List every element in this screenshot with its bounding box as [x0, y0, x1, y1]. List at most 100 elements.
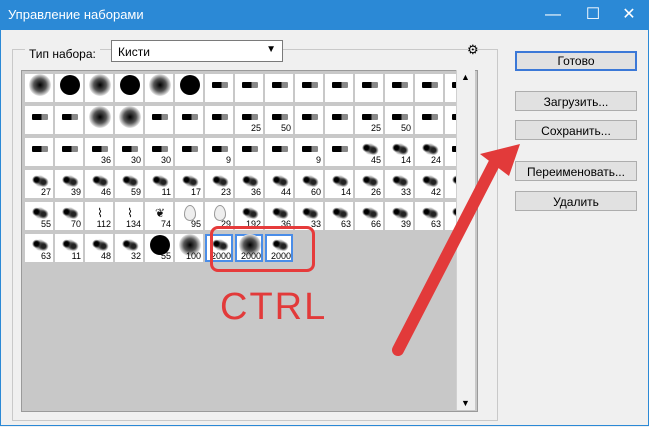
done-button[interactable]: Готово — [515, 51, 637, 71]
brush-preset[interactable]: 95 — [174, 201, 204, 231]
brush-preset[interactable]: 27 — [24, 169, 54, 199]
brush-preset[interactable]: 63 — [24, 233, 54, 263]
brush-preset[interactable] — [204, 105, 234, 135]
brush-preset[interactable] — [24, 73, 54, 103]
brush-preset[interactable]: 11 — [54, 233, 84, 263]
brush-size-label: 25 — [250, 123, 261, 133]
maximize-icon[interactable]: ☐ — [573, 0, 613, 30]
brush-preset[interactable] — [354, 73, 384, 103]
brush-preset[interactable]: 36 — [84, 137, 114, 167]
brush-preset[interactable] — [54, 73, 84, 103]
brush-size-label: 70 — [70, 219, 81, 229]
brush-preset[interactable]: 63 — [324, 201, 354, 231]
brush-preset[interactable]: 33 — [384, 169, 414, 199]
brush-preset[interactable] — [84, 105, 114, 135]
brush-preset[interactable]: 100 — [174, 233, 204, 263]
set-type-dropdown[interactable]: Кисти ▼ — [111, 40, 283, 62]
brush-preset[interactable] — [324, 73, 354, 103]
brush-preset[interactable]: 25 — [234, 105, 264, 135]
brush-preset[interactable]: 32 — [114, 233, 144, 263]
brush-preset[interactable] — [24, 137, 54, 167]
brush-preset[interactable] — [324, 137, 354, 167]
brush-preset[interactable] — [414, 105, 444, 135]
brush-preset[interactable] — [174, 137, 204, 167]
brush-preset[interactable] — [234, 137, 264, 167]
brush-preset[interactable]: ❦ 74 — [144, 201, 174, 231]
brush-preset[interactable]: 30 — [114, 137, 144, 167]
brush-preset[interactable]: 48 — [84, 233, 114, 263]
rename-button[interactable]: Переименовать... — [515, 161, 637, 181]
brush-preset[interactable] — [54, 137, 84, 167]
brush-thumbnail — [415, 106, 445, 128]
brush-preset[interactable]: 24 — [414, 137, 444, 167]
scroll-up-icon[interactable]: ▲ — [461, 72, 470, 82]
brush-preset[interactable]: 60 — [294, 169, 324, 199]
brush-preset[interactable] — [294, 105, 324, 135]
brush-preset[interactable] — [144, 73, 174, 103]
gear-icon[interactable]: ⚙ — [467, 42, 479, 58]
brush-preset[interactable]: 46 — [84, 169, 114, 199]
set-type-value: Кисти — [118, 45, 150, 59]
brush-thumbnail — [235, 138, 265, 160]
close-icon[interactable]: ✕ — [609, 0, 649, 30]
brush-size-label: 42 — [430, 187, 441, 197]
brush-preset[interactable]: 9 — [204, 137, 234, 167]
brush-preset[interactable] — [24, 105, 54, 135]
brush-preset[interactable] — [294, 73, 324, 103]
brush-preset[interactable]: ⌇ 112 — [84, 201, 114, 231]
brush-preset[interactable] — [204, 73, 234, 103]
brush-preset[interactable]: 9 — [294, 137, 324, 167]
brush-size-label: 32 — [130, 251, 141, 261]
vertical-scrollbar[interactable]: ▲ ▼ — [456, 70, 475, 410]
minimize-icon[interactable]: — — [533, 0, 573, 30]
load-button[interactable]: Загрузить... — [515, 91, 637, 111]
brush-preset[interactable] — [174, 105, 204, 135]
brush-preset[interactable]: 26 — [354, 169, 384, 199]
brush-preset[interactable] — [54, 105, 84, 135]
brush-size-label: 60 — [310, 187, 321, 197]
brush-preset[interactable] — [234, 73, 264, 103]
brush-thumbnail — [55, 74, 85, 96]
brush-thumbnail — [325, 74, 355, 96]
brush-preset[interactable] — [144, 105, 174, 135]
brush-preset[interactable]: 55 — [144, 233, 174, 263]
brush-preset[interactable]: 30 — [144, 137, 174, 167]
brush-preset[interactable]: 45 — [354, 137, 384, 167]
brush-preset[interactable]: 66 — [354, 201, 384, 231]
brush-preset[interactable]: 63 — [414, 201, 444, 231]
brush-preset[interactable]: 25 — [354, 105, 384, 135]
brush-preset[interactable]: 70 — [54, 201, 84, 231]
brush-thumbnail — [145, 106, 175, 128]
brush-preset[interactable]: 39 — [54, 169, 84, 199]
save-button[interactable]: Сохранить... — [515, 120, 637, 140]
brush-preset[interactable]: 36 — [234, 169, 264, 199]
brush-size-label: 25 — [370, 123, 381, 133]
brush-preset[interactable] — [114, 73, 144, 103]
brush-preset[interactable]: 44 — [264, 169, 294, 199]
brush-preset[interactable]: 55 — [24, 201, 54, 231]
brush-preset[interactable] — [264, 137, 294, 167]
scroll-down-icon[interactable]: ▼ — [461, 398, 470, 408]
brush-preset[interactable]: 50 — [384, 105, 414, 135]
brush-size-label: 24 — [430, 155, 441, 165]
brush-preset[interactable] — [84, 73, 114, 103]
brush-preset[interactable] — [264, 73, 294, 103]
brush-preset[interactable] — [384, 73, 414, 103]
delete-button[interactable]: Удалить — [515, 191, 637, 211]
brush-preset[interactable]: ⌇ 134 — [114, 201, 144, 231]
brush-preset[interactable]: 50 — [264, 105, 294, 135]
brush-preset[interactable] — [174, 73, 204, 103]
brush-preset[interactable] — [414, 73, 444, 103]
brush-preset[interactable]: 59 — [114, 169, 144, 199]
brush-preset[interactable]: 14 — [384, 137, 414, 167]
brush-preset[interactable]: 23 — [204, 169, 234, 199]
brush-preset[interactable]: 11 — [144, 169, 174, 199]
brush-size-label: 26 — [370, 187, 381, 197]
brush-preset[interactable]: 14 — [324, 169, 354, 199]
brush-size-label: 63 — [430, 219, 441, 229]
brush-preset[interactable] — [324, 105, 354, 135]
brush-preset[interactable]: 39 — [384, 201, 414, 231]
brush-preset[interactable]: 42 — [414, 169, 444, 199]
brush-preset[interactable]: 17 — [174, 169, 204, 199]
brush-preset[interactable] — [114, 105, 144, 135]
